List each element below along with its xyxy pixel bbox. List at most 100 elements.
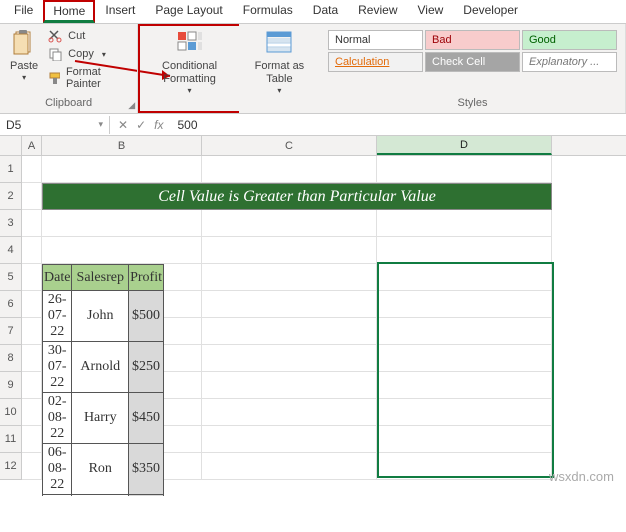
col-header-d[interactable]: D (377, 136, 552, 155)
row-header[interactable]: 2 (0, 183, 22, 210)
formula-input[interactable]: 500 (171, 116, 626, 134)
clipboard-launcher-icon[interactable]: ◢ (128, 100, 135, 111)
cell[interactable] (22, 345, 42, 372)
cell[interactable] (202, 453, 377, 480)
table-cell[interactable]: $100 (129, 495, 164, 497)
row-header[interactable]: 10 (0, 399, 22, 426)
enter-icon[interactable]: ✓ (136, 118, 146, 132)
row-header[interactable]: 12 (0, 453, 22, 480)
header-profit[interactable]: Profit (129, 265, 164, 291)
row-header[interactable]: 9 (0, 372, 22, 399)
conditional-formatting-icon (176, 30, 204, 58)
cell[interactable] (202, 210, 377, 237)
cut-button[interactable]: Cut (46, 28, 131, 44)
cell[interactable] (202, 372, 377, 399)
spreadsheet-grid[interactable]: A B C D 123456789101112 Cell Value is Gr… (0, 136, 626, 496)
cell[interactable] (202, 237, 377, 264)
conditional-formatting-button[interactable]: Conditional Formatting ▾ (142, 28, 237, 98)
menu-developer[interactable]: Developer (453, 0, 528, 23)
cell[interactable] (202, 264, 377, 291)
cell[interactable] (22, 291, 42, 318)
name-box[interactable]: D5▾ (0, 116, 110, 134)
cancel-icon[interactable]: ✕ (118, 118, 128, 132)
format-painter-button[interactable]: Format Painter (46, 64, 131, 92)
cell[interactable] (22, 156, 42, 183)
cell[interactable] (377, 210, 552, 237)
table-cell[interactable]: 10-08-22 (43, 495, 72, 497)
table-cell[interactable]: 02-08-22 (43, 393, 72, 444)
styles-group-label: Styles (326, 95, 619, 109)
cell[interactable] (202, 345, 377, 372)
cell[interactable] (42, 156, 202, 183)
table-cell[interactable]: 06-08-22 (43, 444, 72, 495)
style-explanatory[interactable]: Explanatory ... (522, 52, 617, 72)
col-header-b[interactable]: B (42, 136, 202, 155)
cell[interactable] (202, 399, 377, 426)
menu-file[interactable]: File (4, 0, 43, 23)
table-cell[interactable]: $500 (129, 291, 164, 342)
table-cell[interactable]: John (72, 291, 129, 342)
cell[interactable] (22, 453, 42, 480)
table-cell[interactable]: Chris (72, 495, 129, 497)
format-as-table-button[interactable]: Format as Table ▾ (245, 28, 314, 98)
row-header[interactable]: 11 (0, 426, 22, 453)
copy-button[interactable]: Copy ▾ (46, 46, 131, 62)
cell[interactable] (22, 237, 42, 264)
cell[interactable] (377, 237, 552, 264)
menu-review[interactable]: Review (348, 0, 407, 23)
row-header[interactable]: 7 (0, 318, 22, 345)
table-cell[interactable]: 30-07-22 (43, 342, 72, 393)
row-header[interactable]: 3 (0, 210, 22, 237)
cell[interactable] (202, 426, 377, 453)
table-cell[interactable]: $350 (129, 444, 164, 495)
style-calculation[interactable]: Calculation (328, 52, 423, 72)
cell[interactable] (22, 399, 42, 426)
select-all-corner[interactable] (0, 136, 22, 155)
menu-view[interactable]: View (408, 0, 454, 23)
cell[interactable] (202, 318, 377, 345)
table-cell[interactable]: 26-07-22 (43, 291, 72, 342)
table-cell[interactable]: $450 (129, 393, 164, 444)
cell[interactable] (22, 210, 42, 237)
table-cell[interactable]: $250 (129, 342, 164, 393)
header-date[interactable]: Date (43, 265, 72, 291)
menu-formulas[interactable]: Formulas (233, 0, 303, 23)
row-header[interactable]: 6 (0, 291, 22, 318)
copy-icon (48, 47, 62, 61)
menu-data[interactable]: Data (303, 0, 348, 23)
cell[interactable] (42, 210, 202, 237)
cell[interactable] (22, 372, 42, 399)
table-cell[interactable]: Ron (72, 444, 129, 495)
cell[interactable] (202, 291, 377, 318)
style-bad[interactable]: Bad (425, 30, 520, 50)
menu-page-layout[interactable]: Page Layout (145, 0, 232, 23)
group-clipboard: Paste ▾ Cut Copy ▾ Format Painter Clipbo… (0, 24, 138, 113)
table-cell[interactable]: Arnold (72, 342, 129, 393)
chevron-down-icon[interactable]: ▾ (98, 119, 103, 130)
cell-styles-gallery[interactable]: Normal Bad Good Calculation Check Cell E… (326, 28, 619, 74)
col-header-a[interactable]: A (22, 136, 42, 155)
row-header[interactable]: 4 (0, 237, 22, 264)
row-header[interactable]: 8 (0, 345, 22, 372)
watermark: wsxdn.com (549, 469, 614, 484)
menu-home[interactable]: Home (43, 0, 95, 23)
style-good[interactable]: Good (522, 30, 617, 50)
cell[interactable] (377, 156, 552, 183)
cell[interactable] (42, 237, 202, 264)
paste-button[interactable]: Paste ▾ (6, 28, 42, 95)
style-normal[interactable]: Normal (328, 30, 423, 50)
fx-icon[interactable]: fx (154, 118, 163, 132)
col-header-c[interactable]: C (202, 136, 377, 155)
cell[interactable] (202, 156, 377, 183)
style-check-cell[interactable]: Check Cell (425, 52, 520, 72)
menu-insert[interactable]: Insert (95, 0, 145, 23)
row-header[interactable]: 1 (0, 156, 22, 183)
cell[interactable] (22, 264, 42, 291)
row-header[interactable]: 5 (0, 264, 22, 291)
cell[interactable] (22, 183, 42, 210)
data-table: Date Salesrep Profit 26-07-22John$500 30-… (42, 264, 164, 496)
cell[interactable] (22, 318, 42, 345)
cell[interactable] (22, 426, 42, 453)
header-salesrep[interactable]: Salesrep (72, 265, 129, 291)
table-cell[interactable]: Harry (72, 393, 129, 444)
